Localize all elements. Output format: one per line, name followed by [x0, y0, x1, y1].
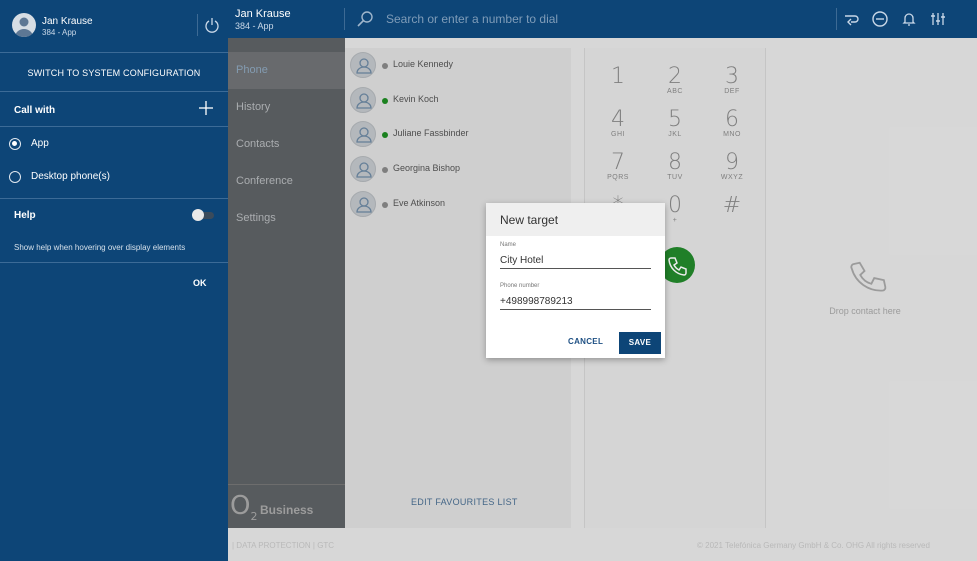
search-icon[interactable]: [356, 10, 374, 28]
option-label: App: [31, 138, 49, 149]
help-heading: Help: [14, 210, 36, 221]
topbar-user-name: Jan Krause: [235, 8, 291, 20]
option-label: Desktop phone(s): [31, 171, 110, 182]
divider: [0, 52, 228, 53]
topbar-user-extension: 384 - App: [235, 21, 274, 31]
power-icon[interactable]: [204, 17, 220, 33]
plus-icon[interactable]: [198, 100, 214, 116]
help-description: Show help when hovering over display ele…: [14, 243, 186, 252]
save-button[interactable]: SAVE: [619, 332, 661, 354]
ok-button[interactable]: OK: [193, 278, 207, 288]
phone-number-field[interactable]: [500, 294, 651, 310]
divider: [0, 262, 228, 263]
panel-user-extension: 384 - App: [42, 28, 77, 37]
radio-button-selected[interactable]: [9, 138, 21, 150]
call-with-heading: Call with: [14, 105, 56, 116]
divider: [344, 8, 345, 30]
bell-icon[interactable]: [900, 10, 918, 28]
divider: [0, 198, 228, 199]
divider: [197, 14, 198, 36]
new-target-dialog: New target Name Phone number CANCEL SAVE: [486, 203, 665, 358]
settings-panel: Jan Krause 384 - App SWITCH TO SYSTEM CO…: [0, 0, 228, 561]
cancel-button[interactable]: CANCEL: [568, 337, 603, 346]
panel-user: Jan Krause 384 - App: [42, 16, 93, 37]
divider: [0, 126, 228, 127]
radio-button[interactable]: [9, 171, 21, 183]
toggle-knob: [192, 209, 204, 221]
search-input[interactable]: Search or enter a number to dial: [386, 12, 558, 26]
sliders-icon[interactable]: [929, 10, 947, 28]
avatar: [12, 13, 36, 37]
redirect-icon[interactable]: [842, 10, 860, 28]
person-icon: [15, 17, 33, 37]
phone-number-label: Phone number: [500, 283, 540, 289]
dialog-title: New target: [486, 203, 665, 236]
do-not-disturb-icon[interactable]: [871, 10, 889, 28]
topbar-user: Jan Krause 384 - App: [235, 8, 291, 31]
divider: [0, 91, 228, 92]
name-field[interactable]: [500, 253, 651, 269]
divider: [836, 8, 837, 30]
name-label: Name: [500, 242, 517, 248]
panel-user-name: Jan Krause: [42, 16, 93, 27]
help-toggle[interactable]: [192, 209, 214, 221]
switch-to-system-configuration-button[interactable]: SWITCH TO SYSTEM CONFIGURATION: [0, 68, 228, 78]
